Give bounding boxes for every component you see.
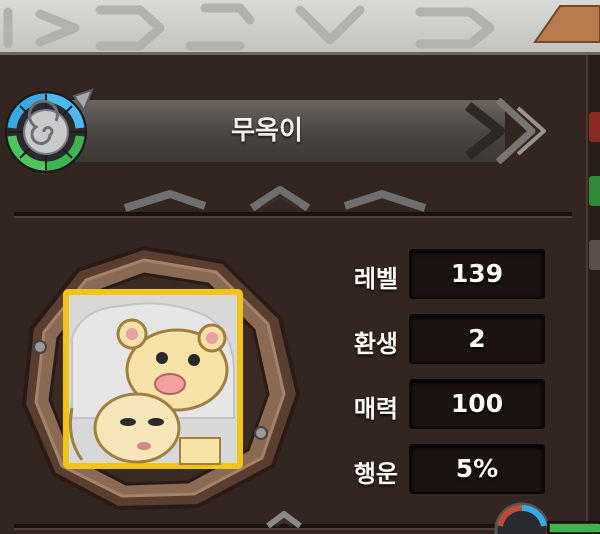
banner-carving — [3, 3, 600, 51]
stat-label-charm: 매력 — [353, 395, 398, 423]
stat-label-level: 레벨 — [353, 265, 398, 293]
stat-label-rebirth: 환생 — [353, 330, 398, 358]
stat-value-luck: 5% — [455, 454, 499, 483]
character-info-window: 무옥이 레벨 139 환생 2 매력 100 행운 5% — [0, 0, 600, 534]
character-name: 무옥이 — [231, 116, 303, 146]
stat-value-level: 139 — [450, 259, 504, 288]
stat-value-charm: 100 — [450, 389, 504, 418]
lion-hat-character-portrait — [63, 289, 243, 469]
side-tab-green[interactable] — [589, 176, 600, 206]
side-tab-gray[interactable] — [589, 240, 600, 270]
banner-corner-ornament — [533, 5, 600, 43]
stat-label-luck: 행운 — [353, 460, 398, 488]
partial-gauge-icon — [494, 502, 600, 534]
side-tab-red[interactable] — [589, 112, 600, 142]
chevron-up-icon[interactable] — [262, 508, 306, 532]
top-stone-banner — [0, 0, 600, 55]
spiral-class-emblem-icon — [5, 88, 94, 173]
stat-value-rebirth: 2 — [468, 324, 486, 353]
carved-divider — [14, 186, 572, 218]
